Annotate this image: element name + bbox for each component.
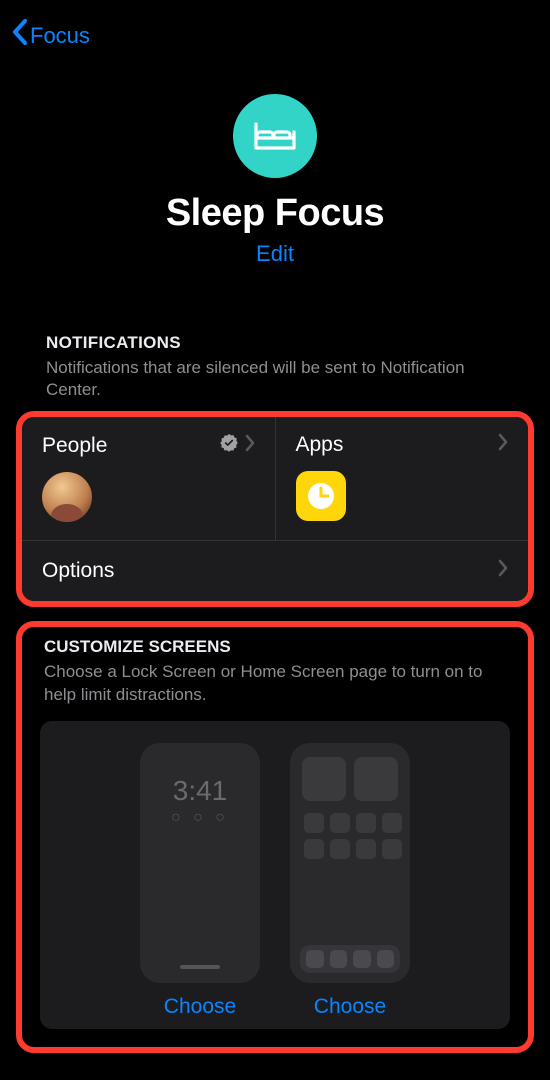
contact-avatar — [42, 472, 92, 522]
nav-bar: Focus — [0, 0, 550, 64]
notifications-highlight: People Apps — [16, 411, 534, 607]
app-icon — [304, 839, 324, 859]
hero: Sleep Focus Edit — [0, 64, 550, 277]
customize-screens-header: Customize Screens — [40, 637, 510, 657]
customize-screens-highlight: Customize Screens Choose a Lock Screen o… — [16, 621, 534, 1053]
back-button-label[interactable]: Focus — [30, 23, 90, 49]
chevron-right-icon — [245, 434, 255, 458]
edit-button[interactable]: Edit — [256, 241, 294, 267]
apps-label: Apps — [296, 433, 344, 457]
app-icon — [330, 813, 350, 833]
app-icon — [356, 813, 376, 833]
people-cell[interactable]: People — [22, 417, 276, 540]
lock-screen-column: 3:41 ○ ○ ○ Choose — [140, 743, 260, 1019]
widget-icon — [354, 757, 398, 801]
app-icon — [382, 813, 402, 833]
lock-screen-preview[interactable]: 3:41 ○ ○ ○ — [140, 743, 260, 983]
back-chevron-icon[interactable] — [10, 18, 28, 54]
app-icon — [330, 839, 350, 859]
choose-home-screen-button[interactable]: Choose — [314, 995, 386, 1019]
choose-lock-screen-button[interactable]: Choose — [164, 995, 236, 1019]
lock-screen-time: 3:41 — [150, 775, 250, 807]
page-title: Sleep Focus — [0, 192, 550, 235]
app-icon — [304, 813, 324, 833]
customize-screens-description: Choose a Lock Screen or Home Screen page… — [40, 661, 510, 707]
bed-icon — [233, 94, 317, 178]
clock-app-icon — [296, 471, 346, 521]
screens-card: 3:41 ○ ○ ○ Choose — [40, 721, 510, 1029]
home-indicator-icon — [180, 965, 220, 969]
dock-icon — [300, 945, 400, 973]
notifications-description: Notifications that are silenced will be … — [0, 357, 550, 401]
apps-cell[interactable]: Apps — [276, 417, 529, 540]
options-row[interactable]: Options — [22, 540, 528, 601]
lock-screen-dots-icon: ○ ○ ○ — [150, 809, 250, 827]
options-label: Options — [42, 559, 114, 583]
people-label: People — [42, 434, 107, 458]
chevron-right-icon — [498, 433, 508, 457]
verified-badge-icon — [219, 433, 239, 458]
chevron-right-icon — [498, 559, 508, 583]
home-screen-column: Choose — [290, 743, 410, 1019]
widget-icon — [302, 757, 346, 801]
app-icon — [356, 839, 376, 859]
home-screen-preview[interactable] — [290, 743, 410, 983]
app-icon — [382, 839, 402, 859]
notifications-header: Notifications — [0, 333, 550, 353]
notifications-card: People Apps — [22, 417, 528, 601]
